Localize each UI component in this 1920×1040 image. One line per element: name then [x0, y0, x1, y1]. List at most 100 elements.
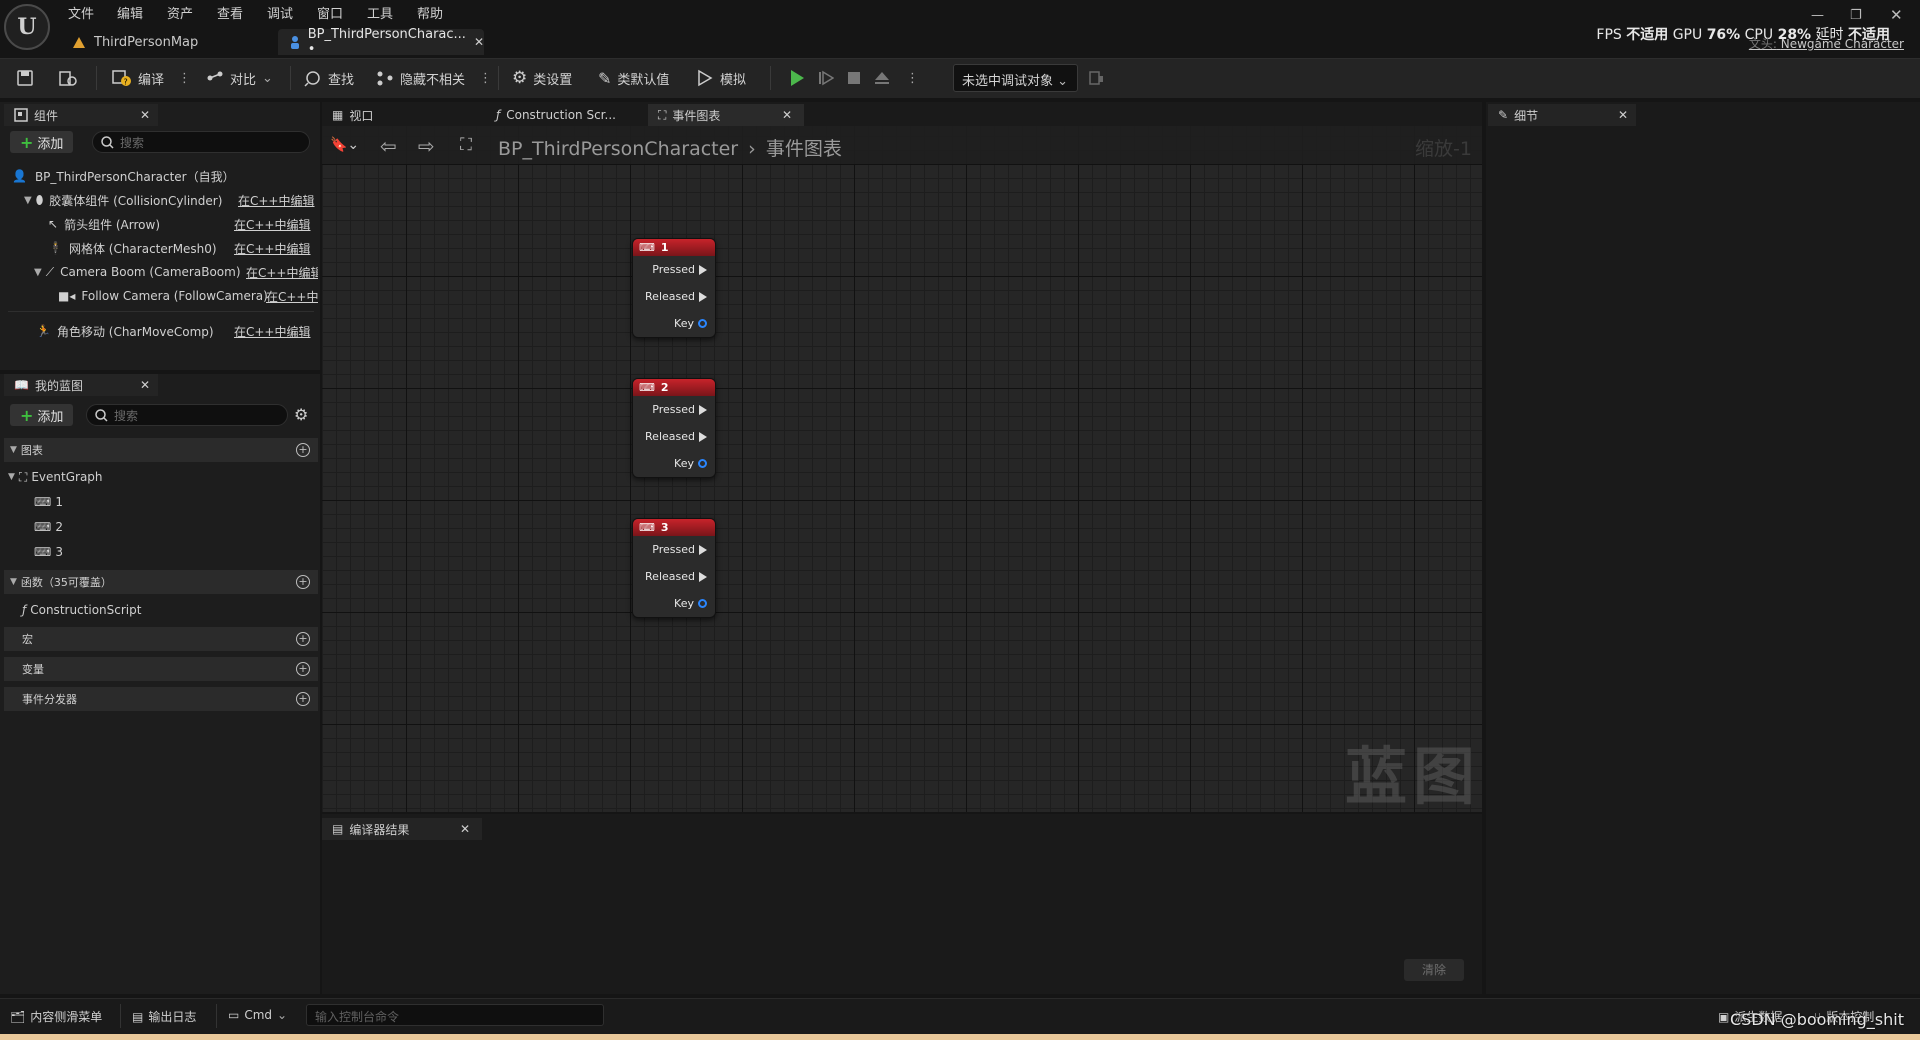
simulate-button[interactable]: 模拟 — [696, 68, 746, 88]
exec-pin-icon[interactable] — [699, 291, 707, 302]
tab-thirdpersonmap[interactable]: ThirdPersonMap — [62, 29, 274, 55]
menu-tools[interactable]: 工具 — [367, 3, 393, 22]
edit-in-cpp-link[interactable]: 在C++中编辑 — [238, 192, 318, 209]
expand-arrow-icon[interactable]: ▼ — [24, 195, 32, 206]
released-pin[interactable]: Released — [633, 423, 715, 450]
class-defaults-button[interactable]: ✎ 类默认值 — [598, 68, 669, 88]
hide-unrelated-button[interactable]: 隐藏不相关 ⋮ — [376, 68, 492, 88]
breadcrumb-root[interactable]: BP_ThirdPersonCharacter — [498, 138, 738, 160]
menu-asset[interactable]: 资产 — [167, 3, 193, 22]
output-log-button[interactable]: ▤ 输出日志 — [132, 1008, 196, 1025]
diff-button[interactable]: 对比 ⌄ — [206, 68, 273, 88]
play-button[interactable] — [788, 68, 806, 88]
graph-item-2[interactable]: ⌨ 2 — [0, 516, 318, 538]
section-macros[interactable]: 宏 + — [4, 627, 318, 651]
add-macro-icon[interactable]: + — [296, 632, 310, 646]
tab-compiler-results[interactable]: ▤ 编译器结果 ✕ — [322, 818, 482, 840]
struct-pin-icon[interactable] — [698, 459, 707, 468]
add-member-button[interactable]: + 添加 — [10, 404, 74, 426]
find-button[interactable]: 查找 — [304, 68, 354, 88]
breadcrumb-current[interactable]: 事件图表 — [766, 138, 842, 160]
add-component-button[interactable]: + 添加 — [10, 131, 74, 153]
bookmark-icon[interactable]: 🔖⌄ — [330, 137, 359, 153]
tab-construction-script[interactable]: ƒ Construction Scr... — [486, 104, 644, 126]
close-tab-icon[interactable]: ✕ — [140, 108, 150, 122]
close-tab-icon[interactable]: ✕ — [1618, 108, 1628, 122]
section-variables[interactable]: 变量 + — [4, 657, 318, 681]
edit-in-cpp-link[interactable]: 在C++中编辑 — [246, 264, 318, 281]
debug-filter-icon[interactable] — [1088, 68, 1104, 88]
project-link[interactable]: 文头: Newgame Character — [1749, 35, 1904, 52]
compile-button[interactable]: ? 编译 ⋮ — [112, 68, 191, 88]
graph-item-1[interactable]: ⌨ 1 — [0, 491, 318, 513]
section-event-dispatchers[interactable]: 事件分发器 + — [4, 687, 318, 711]
pressed-pin[interactable]: Pressed — [633, 256, 715, 283]
menu-view[interactable]: 查看 — [217, 3, 243, 22]
content-drawer-button[interactable]: 🗂 内容侧滑菜单 — [10, 1008, 102, 1025]
exec-pin-icon[interactable] — [699, 571, 707, 582]
pressed-pin[interactable]: Pressed — [633, 396, 715, 423]
input-key-node-1[interactable]: ⌨ 1 Pressed Released Key — [632, 238, 716, 338]
compile-options-icon[interactable]: ⋮ — [178, 71, 191, 86]
menu-help[interactable]: 帮助 — [417, 3, 443, 22]
edit-in-cpp-link[interactable]: 在C++中编辑 — [234, 240, 318, 257]
node-header[interactable]: ⌨ 3 — [633, 519, 715, 536]
section-functions[interactable]: ▼ 函数（35可覆盖） + — [4, 570, 318, 594]
struct-pin-icon[interactable] — [698, 319, 707, 328]
function-constructionscript[interactable]: ƒ ConstructionScript — [0, 599, 318, 621]
menu-edit[interactable]: 编辑 — [117, 3, 143, 22]
graph-eventgraph[interactable]: ▼ ⛶ EventGraph — [0, 466, 318, 488]
input-key-node-2[interactable]: ⌨ 2 Pressed Released Key — [632, 378, 716, 478]
menu-file[interactable]: 文件 — [68, 3, 94, 22]
expand-arrow-icon[interactable]: ▼ — [8, 472, 15, 482]
close-window-icon[interactable]: ✕ — [1890, 6, 1903, 24]
add-variable-icon[interactable]: + — [296, 662, 310, 676]
blueprint-search-input[interactable]: 搜索 — [86, 404, 288, 426]
project-link-text[interactable]: Newgame Character — [1781, 37, 1904, 51]
back-arrow-icon[interactable]: ⇦ — [380, 134, 397, 158]
clear-button[interactable]: 清除 — [1404, 959, 1464, 981]
play-options-icon[interactable]: ⋮ — [906, 68, 919, 88]
edit-in-cpp-link[interactable]: 在C++中编辑 — [234, 216, 318, 233]
close-tab-icon[interactable]: ✕ — [140, 378, 150, 392]
menu-debug[interactable]: 调试 — [267, 3, 293, 22]
step-button[interactable] — [818, 68, 834, 88]
minimize-icon[interactable]: — — [1811, 8, 1824, 23]
add-dispatcher-icon[interactable]: + — [296, 692, 310, 706]
struct-pin-icon[interactable] — [698, 599, 707, 608]
restore-icon[interactable]: ❐ — [1850, 8, 1862, 23]
node-header[interactable]: ⌨ 1 — [633, 239, 715, 256]
exec-pin-icon[interactable] — [699, 544, 707, 555]
tab-components[interactable]: 组件 ✕ — [4, 104, 158, 126]
released-pin[interactable]: Released — [633, 283, 715, 310]
component-search-input[interactable]: 搜索 — [92, 131, 310, 153]
cmd-dropdown[interactable]: ▭ Cmd ⌄ — [228, 1008, 287, 1022]
console-command-input[interactable]: 输入控制台命令 — [306, 1004, 604, 1026]
component-root[interactable]: 👤 BP_ThirdPersonCharacter（自我） — [0, 165, 318, 187]
graph-item-3[interactable]: ⌨ 3 — [0, 541, 318, 563]
class-settings-button[interactable]: ⚙ 类设置 — [512, 68, 572, 88]
section-graphs[interactable]: ▼ 图表 + — [4, 438, 318, 462]
unreal-logo-icon[interactable]: U — [4, 4, 50, 50]
close-tab-icon[interactable]: ✕ — [460, 822, 470, 836]
tab-bp-thirdpersoncharacter[interactable]: BP_ThirdPersonCharac... • ✕ — [278, 27, 484, 57]
event-graph-canvas[interactable] — [322, 126, 1482, 812]
debug-target-dropdown[interactable]: 未选中调试对象 ⌄ — [953, 64, 1078, 92]
close-tab-icon[interactable]: ✕ — [474, 35, 484, 49]
pressed-pin[interactable]: Pressed — [633, 536, 715, 563]
menu-window[interactable]: 窗口 — [317, 3, 343, 22]
released-pin[interactable]: Released — [633, 563, 715, 590]
key-pin[interactable]: Key — [633, 450, 715, 477]
tab-viewport[interactable]: ▦ 视口 — [322, 104, 482, 126]
edit-in-cpp-link[interactable]: 在C++中编辑 — [234, 323, 318, 340]
tab-details[interactable]: ✎ 细节 ✕ — [1488, 104, 1636, 126]
eject-button[interactable] — [874, 68, 890, 88]
exec-pin-icon[interactable] — [699, 431, 707, 442]
add-function-icon[interactable]: + — [296, 575, 310, 589]
close-tab-icon[interactable]: ✕ — [782, 108, 792, 122]
save-icon[interactable] — [16, 68, 34, 88]
input-key-node-3[interactable]: ⌨ 3 Pressed Released Key — [632, 518, 716, 618]
add-graph-icon[interactable]: + — [296, 443, 310, 457]
forward-arrow-icon[interactable]: ⇨ — [418, 134, 435, 158]
key-pin[interactable]: Key — [633, 310, 715, 337]
